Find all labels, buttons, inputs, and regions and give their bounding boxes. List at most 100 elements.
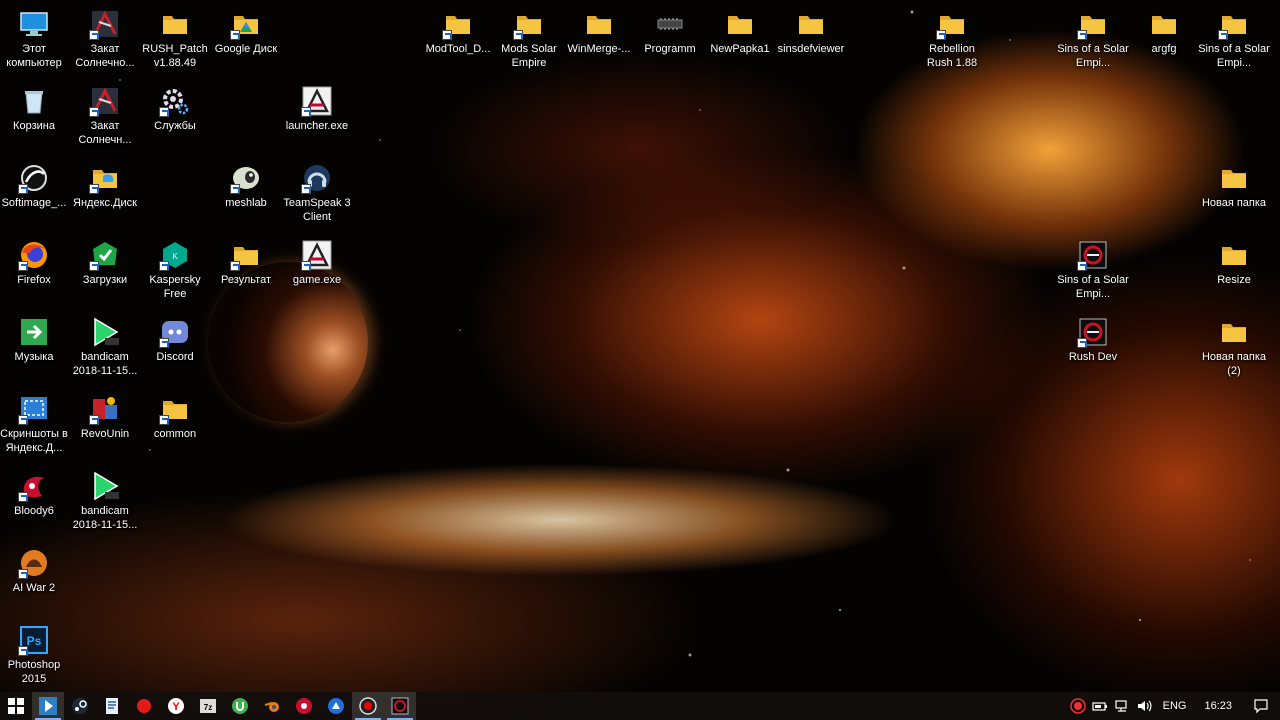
shortcut-arrow-icon	[89, 30, 99, 40]
desktop-icon-meshlab[interactable]: meshlab	[210, 156, 282, 230]
shortcut-arrow-icon	[159, 415, 169, 425]
taskbar-yandex-browser[interactable]: Y	[160, 692, 192, 720]
folder-icon	[513, 8, 545, 40]
yandex-disk-icon	[89, 162, 121, 194]
desktop-icon-eclipse-1[interactable]: Закат Солнечно...	[69, 2, 141, 76]
desktop-icon-sinsdefviewer[interactable]: sinsdefviewer	[775, 2, 847, 76]
taskbar-utorrent[interactable]	[224, 692, 256, 720]
desktop-icon-winmerge[interactable]: WinMerge-...	[563, 2, 635, 76]
desktop-icon-yandex-disk[interactable]: Яндекс.Диск	[69, 156, 141, 230]
desktop-icon-sins-1[interactable]: Sins of a Solar Empi...	[1057, 2, 1129, 76]
bloody-icon	[18, 470, 50, 502]
desktop-icon-modtool[interactable]: ModTool_D...	[422, 2, 494, 76]
taskbar-sins-game[interactable]	[384, 692, 416, 720]
desktop-icon-services[interactable]: Службы	[139, 79, 211, 153]
desktop-icon-sins-2[interactable]: Sins of a Solar Empi...	[1198, 2, 1270, 76]
google-drive-icon	[230, 8, 262, 40]
gear-icon	[159, 85, 191, 117]
desktop-icon-mods-solar-empire[interactable]: Mods Solar Empire	[493, 2, 565, 76]
folder-icon	[1148, 8, 1180, 40]
desktop-icon-revo[interactable]: RevoUnin	[69, 387, 141, 461]
desktop-icon-downloads[interactable]: Загрузки	[69, 233, 141, 307]
folder-icon	[1218, 162, 1250, 194]
taskbar-bloody[interactable]	[288, 692, 320, 720]
desktop-icon-teamspeak[interactable]: TeamSpeak 3 Client	[281, 156, 353, 230]
taskbar-red-app[interactable]	[128, 692, 160, 720]
taskbar-blender[interactable]	[256, 692, 288, 720]
desktop-icon-new-folder-2[interactable]: Новая папка (2)	[1198, 310, 1270, 384]
notification-icon	[1254, 699, 1268, 714]
shortcut-arrow-icon	[1077, 338, 1087, 348]
start-button[interactable]	[0, 692, 32, 720]
desktop-icon-rebellion-rush[interactable]: Rebellion Rush 1.88	[916, 2, 988, 76]
desktop-icon-ai-war[interactable]: AI War 2	[0, 541, 70, 615]
shortcut-arrow-icon	[301, 107, 311, 117]
desktop-icon-rush-dev[interactable]: Rush Dev	[1057, 310, 1129, 384]
ai-war-icon	[18, 547, 50, 579]
softimage-icon	[18, 162, 50, 194]
desktop-icon-new-folder[interactable]: Новая папка	[1198, 156, 1270, 230]
desktop-icon-bandicam-1[interactable]: bandicam 2018-11-15...	[69, 310, 141, 384]
desktop-icon-eclipse-2[interactable]: Закат Солнечн...	[69, 79, 141, 153]
desktop-icon-google-disk[interactable]: Google Диск	[210, 2, 282, 76]
eclipse-game-icon	[89, 8, 121, 40]
screenshot-icon	[18, 393, 50, 425]
desktop-icon-newpapka1[interactable]: NewPapka1	[704, 2, 776, 76]
shortcut-arrow-icon	[89, 261, 99, 271]
taskbar-steam[interactable]	[64, 692, 96, 720]
shortcut-arrow-icon	[159, 338, 169, 348]
desktop-icon-result[interactable]: Результат	[210, 233, 282, 307]
desktop-icon-screenshots[interactable]: Скриншоты в Яндекс.Д...	[0, 387, 70, 461]
taskbar-file-app[interactable]	[96, 692, 128, 720]
action-center-button[interactable]	[1242, 692, 1280, 720]
launcher-icon	[301, 85, 333, 117]
desktop-icon-this-pc[interactable]: Этот компьютер	[0, 2, 70, 76]
folder-icon	[1218, 239, 1250, 271]
bandicam-video-icon	[89, 470, 121, 502]
tray-volume[interactable]	[1133, 692, 1155, 720]
battery-icon	[1092, 702, 1107, 711]
language-indicator[interactable]: ENG	[1155, 700, 1195, 712]
desktop-icon-photoshop[interactable]: Photoshop 2015	[0, 618, 70, 692]
steam-icon	[72, 698, 88, 714]
desktop-icon-music[interactable]: Музыка	[0, 310, 70, 384]
desktop-icon-sins-3[interactable]: Sins of a Solar Empi...	[1057, 233, 1129, 307]
recycle-bin-icon	[18, 85, 50, 117]
shortcut-arrow-icon	[230, 261, 240, 271]
svg-text:Y: Y	[172, 701, 180, 713]
taskbar-7zip[interactable]: 7z	[192, 692, 224, 720]
folder-icon	[1218, 8, 1250, 40]
desktop-icon-common[interactable]: common	[139, 387, 211, 461]
sins-game-icon	[1077, 239, 1109, 271]
folder-icon	[724, 8, 756, 40]
desktop-icon-recycle-bin[interactable]: Корзина	[0, 79, 70, 153]
tray-network[interactable]	[1111, 692, 1133, 720]
eclipse-game-icon	[89, 85, 121, 117]
clock[interactable]: 16:23	[1194, 700, 1242, 712]
desktop-icon-rush-patch[interactable]: RUSH_Patch v1.88.49	[139, 2, 211, 76]
desktop-icon-kaspersky[interactable]: Kaspersky Free	[139, 233, 211, 307]
cloud-icon	[328, 698, 344, 714]
folder-icon	[159, 393, 191, 425]
taskbar-bandicam-record[interactable]	[352, 692, 384, 720]
desktop-icon-programm[interactable]: Programm	[634, 2, 706, 76]
desktop-icon-argfg[interactable]: argfg	[1128, 2, 1200, 76]
folder-icon	[583, 8, 615, 40]
desktop-icon-bloody[interactable]: Bloody6	[0, 464, 70, 538]
desktop-icon-launcher[interactable]: launcher.exe	[281, 79, 353, 153]
desktop-icon-bandicam-2[interactable]: bandicam 2018-11-15...	[69, 464, 141, 538]
desktop-icon-softimage[interactable]: Softimage_...	[0, 156, 70, 230]
desktop-icon-discord[interactable]: Discord	[139, 310, 211, 384]
desktop-icon-resize[interactable]: Resize	[1198, 233, 1270, 307]
bandicam-video-icon	[89, 316, 121, 348]
desktop-icon-game-exe[interactable]: game.exe	[281, 233, 353, 307]
taskbar-media-player[interactable]	[32, 692, 64, 720]
kaspersky-icon	[159, 239, 191, 271]
tray-battery[interactable]	[1089, 692, 1111, 720]
tray-record-indicator[interactable]	[1067, 692, 1089, 720]
taskbar-cloud-app[interactable]	[320, 692, 352, 720]
folder-icon	[159, 8, 191, 40]
desktop-icon-firefox[interactable]: Firefox	[0, 233, 70, 307]
shortcut-arrow-icon	[513, 30, 523, 40]
play-icon	[39, 697, 57, 715]
